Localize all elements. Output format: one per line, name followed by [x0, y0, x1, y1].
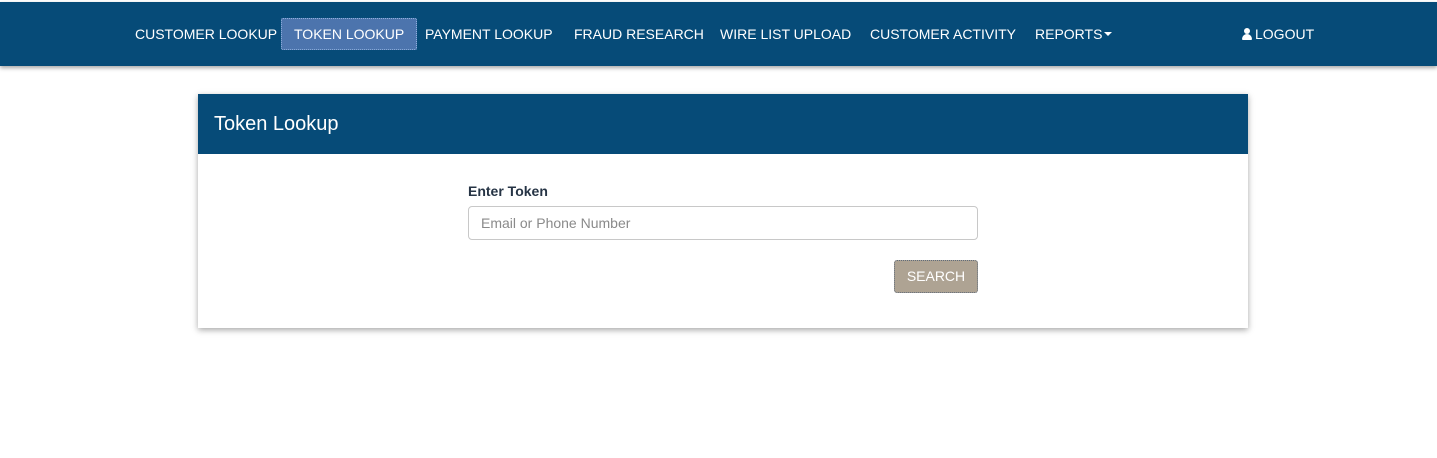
nav-token-lookup[interactable]: TOKEN LOOKUP — [281, 18, 418, 50]
panel-title: Token Lookup — [214, 113, 339, 135]
logout-label: LOGOUT — [1255, 26, 1315, 42]
caret-down-icon — [1104, 32, 1113, 37]
panel-header: Token Lookup — [198, 94, 1248, 154]
user-icon — [1242, 27, 1252, 40]
nav-payment-lookup[interactable]: PAYMENT LOOKUP — [425, 18, 553, 50]
nav-wire-list-upload[interactable]: WIRE LIST UPLOAD — [720, 18, 851, 50]
main-nav: CUSTOMER LOOKUP TOKEN LOOKUP PAYMENT LOO… — [0, 2, 1437, 66]
token-lookup-panel: Token Lookup Enter Token SEARCH — [198, 94, 1248, 328]
nav-customer-activity[interactable]: CUSTOMER ACTIVITY — [870, 18, 1016, 50]
logout-link[interactable]: LOGOUT — [1242, 18, 1314, 50]
nav-reports-dropdown[interactable]: REPORTS — [1035, 18, 1113, 50]
nav-reports-label: REPORTS — [1035, 26, 1103, 42]
nav-fraud-research[interactable]: FRAUD RESEARCH — [574, 18, 704, 50]
enter-token-label: Enter Token — [468, 183, 548, 199]
nav-customer-lookup[interactable]: CUSTOMER LOOKUP — [135, 18, 277, 50]
search-button[interactable]: SEARCH — [894, 260, 978, 293]
top-navbar: CUSTOMER LOOKUP TOKEN LOOKUP PAYMENT LOO… — [0, 2, 1437, 66]
token-input[interactable] — [468, 206, 978, 240]
